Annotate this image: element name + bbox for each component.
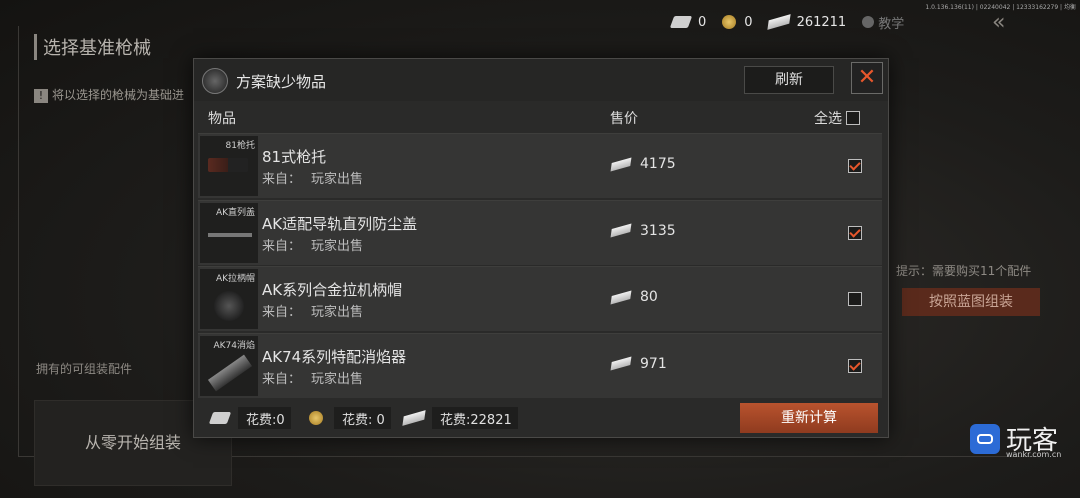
dialog-logo-icon xyxy=(202,68,228,94)
item-checkbox[interactable] xyxy=(848,358,862,373)
assemble-by-blueprint-button[interactable]: 按照蓝图组装 xyxy=(902,288,1040,316)
ticket-icon xyxy=(669,16,693,28)
item-price: 4175 xyxy=(610,156,676,172)
cash-icon xyxy=(610,156,632,172)
select-all-checkbox[interactable] xyxy=(846,111,860,125)
item-name: AK74系列特配消焰器 xyxy=(262,347,407,366)
close-icon[interactable]: ✕ xyxy=(851,62,883,94)
base-weapon-note: ! 将以选择的枪械为基础进 xyxy=(34,86,184,103)
item-row[interactable]: AK直列盖 AK适配导轨直列防尘盖 来自： 玩家出售 3135 xyxy=(198,199,882,265)
item-price: 3135 xyxy=(610,223,676,239)
item-thumbnail: 81枪托 xyxy=(200,136,258,196)
gamepad-icon xyxy=(970,423,1000,454)
select-all[interactable]: 全选 xyxy=(814,108,860,128)
stock-icon xyxy=(208,158,248,172)
item-row[interactable]: 81枪托 81式枪托来自： 玩家出售 4175 xyxy=(198,133,882,198)
version-text: 1.0.136.136(11) | 02240042 | 12333162279… xyxy=(925,4,1076,11)
item-thumbnail: AK直列盖 xyxy=(200,202,258,263)
cash-icon xyxy=(610,289,632,305)
tutorial-button[interactable]: 教学 xyxy=(862,13,904,32)
item-price: 80 xyxy=(610,289,658,305)
item-checkbox[interactable] xyxy=(848,225,862,240)
page-title: 选择基准枪械 xyxy=(34,34,151,60)
item-source: 来自： 玩家出售 xyxy=(262,238,364,254)
coin-icon xyxy=(722,15,737,29)
item-checkbox[interactable] xyxy=(848,159,862,173)
missing-items-dialog: 方案缺少物品 刷新 ✕ 物品 售价 全选 81枪托 81式枪托来自： 玩家出售 417… xyxy=(193,58,889,438)
muzzle-icon xyxy=(207,354,253,391)
dialog-footer: 花费:0 花费: 0 花费:22821 重新计算 xyxy=(194,397,888,437)
item-thumbnail: AK拉柄帽 xyxy=(200,269,258,329)
item-name: AK系列合金拉机柄帽 xyxy=(262,281,403,299)
watermark: 玩客 wankr.com.cn xyxy=(970,420,1061,459)
person-icon xyxy=(862,16,875,28)
owned-parts-label: 拥有的可组装配件 xyxy=(36,362,133,376)
cost-ticket: 花费:0 xyxy=(202,407,291,429)
dialog-header: 方案缺少物品 刷新 ✕ xyxy=(194,59,888,101)
thumb-label: 81枪托 xyxy=(225,141,255,151)
item-source: 来自： 玩家出售 xyxy=(262,172,364,187)
ticket-balance: 0 xyxy=(669,15,706,30)
item-source: 来自： 玩家出售 xyxy=(262,305,364,320)
item-name: 81式枪托 xyxy=(262,148,327,166)
cap-icon xyxy=(214,291,244,321)
info-icon: ! xyxy=(34,89,48,103)
cash-icon xyxy=(766,14,791,30)
cost-coin: 花费: 0 xyxy=(298,407,391,429)
item-row[interactable]: AK拉柄帽 AK系列合金拉机柄帽 来自： 玩家出售 80 xyxy=(198,266,882,331)
column-item: 物品 xyxy=(208,111,236,127)
cost-cash: 花费:22821 xyxy=(396,407,518,429)
thumb-label: AK直列盖 xyxy=(215,207,255,218)
recalculate-button[interactable]: 重新计算 xyxy=(740,403,878,433)
item-row[interactable]: AK74消焰 AK74系列特配消焰器 来自： 玩家出售 971 xyxy=(198,332,882,398)
item-thumbnail: AK74消焰 xyxy=(200,335,258,396)
ticket-icon xyxy=(208,412,232,424)
currency-bar: 0 0 261211 教学 xyxy=(669,12,904,32)
refresh-button[interactable]: 刷新 xyxy=(744,66,834,94)
coin-balance: 0 xyxy=(722,15,753,30)
rail-icon xyxy=(208,232,252,237)
dialog-title: 方案缺少物品 xyxy=(236,73,327,91)
cash-balance: 261211 xyxy=(766,14,846,30)
purchase-hint: 提示：需要购买11个配件 xyxy=(896,264,1032,278)
column-header: 物品 售价 全选 xyxy=(194,101,888,133)
cash-icon xyxy=(610,356,632,371)
column-price: 售价 xyxy=(610,111,638,127)
item-name: AK适配导轨直列防尘盖 xyxy=(262,214,418,233)
cash-icon xyxy=(402,410,426,426)
back-icon[interactable]: « xyxy=(992,10,1005,35)
item-checkbox[interactable] xyxy=(848,292,862,306)
thumb-label: AK拉柄帽 xyxy=(215,274,255,284)
coin-icon xyxy=(309,411,323,425)
item-source: 来自： 玩家出售 xyxy=(262,371,364,387)
thumb-label: AK74消焰 xyxy=(213,340,255,351)
item-price: 971 xyxy=(610,356,667,372)
cash-icon xyxy=(610,223,632,238)
